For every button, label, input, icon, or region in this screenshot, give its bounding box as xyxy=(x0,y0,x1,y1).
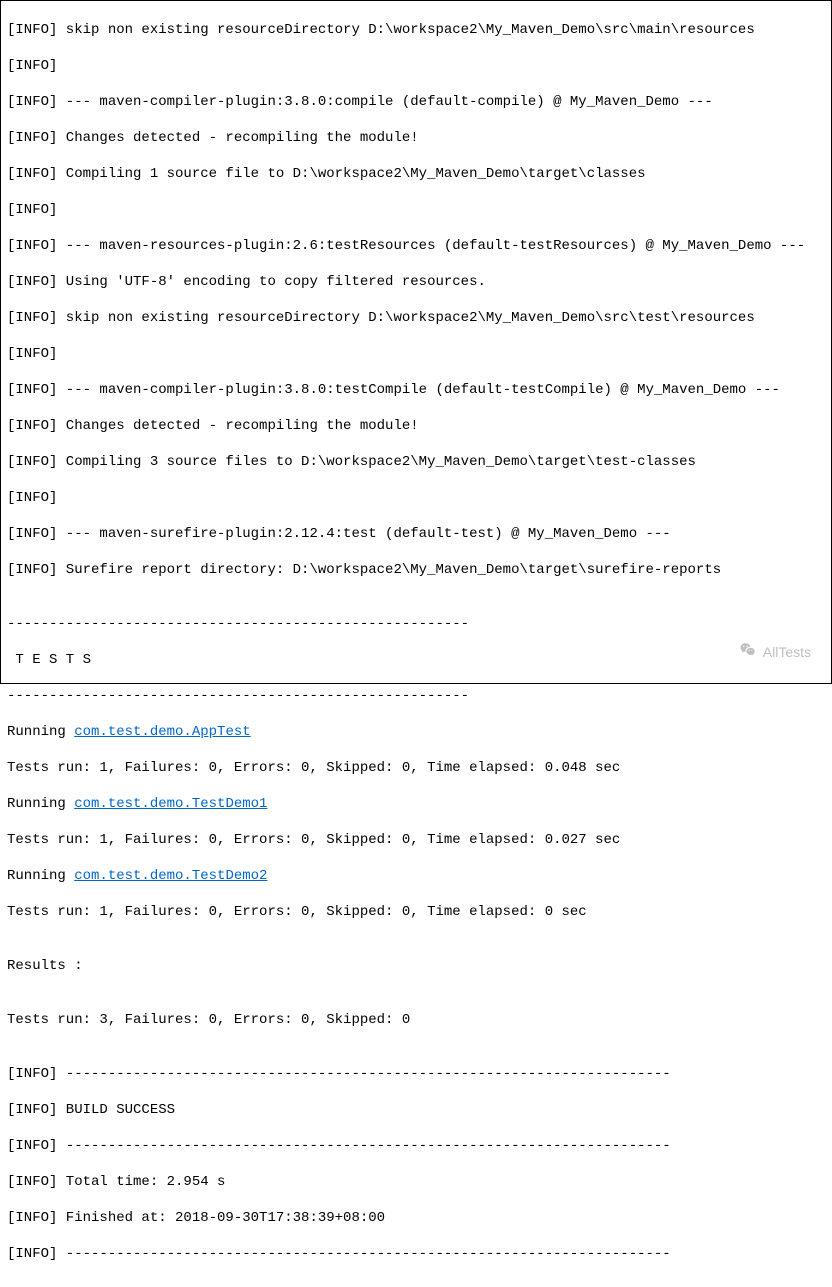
log-line: [INFO] --- maven-compiler-plugin:3.8.0:c… xyxy=(7,93,825,111)
test-class-link[interactable]: com.test.demo.TestDemo1 xyxy=(74,796,267,812)
log-line: [INFO] xyxy=(7,489,825,507)
running-label: Running xyxy=(7,868,74,884)
log-line: [INFO] Changes detected - recompiling th… xyxy=(7,417,825,435)
log-line: [INFO] --- maven-surefire-plugin:2.12.4:… xyxy=(7,525,825,543)
log-line: [INFO] xyxy=(7,201,825,219)
log-line: [INFO] xyxy=(7,57,825,75)
finished-at: [INFO] Finished at: 2018-09-30T17:38:39+… xyxy=(7,1209,825,1227)
log-line: [INFO] skip non existing resourceDirecto… xyxy=(7,21,825,39)
log-line: Running com.test.demo.TestDemo1 xyxy=(7,795,825,813)
total-time: [INFO] Total time: 2.954 s xyxy=(7,1173,825,1191)
running-label: Running xyxy=(7,724,74,740)
running-label: Running xyxy=(7,796,74,812)
separator-line: [INFO] ---------------------------------… xyxy=(7,1245,825,1263)
log-line: Running com.test.demo.TestDemo2 xyxy=(7,867,825,885)
log-line: Running com.test.demo.AppTest xyxy=(7,723,825,741)
wechat-icon xyxy=(739,641,757,663)
log-line: [INFO] xyxy=(7,345,825,363)
console-output: [INFO] skip non existing resourceDirecto… xyxy=(1,1,831,1287)
log-line: [INFO] Using 'UTF-8' encoding to copy fi… xyxy=(7,273,825,291)
log-line: [INFO] --- maven-compiler-plugin:3.8.0:t… xyxy=(7,381,825,399)
watermark: AllTests xyxy=(739,641,811,663)
log-line: [INFO] --- maven-resources-plugin:2.6:te… xyxy=(7,237,825,255)
watermark-text: AllTests xyxy=(763,643,811,661)
separator-line: [INFO] ---------------------------------… xyxy=(7,1065,825,1083)
results-header: Results : xyxy=(7,957,825,975)
log-line: [INFO] Surefire report directory: D:\wor… xyxy=(7,561,825,579)
log-line: [INFO] Changes detected - recompiling th… xyxy=(7,129,825,147)
tests-header: T E S T S xyxy=(7,651,825,669)
build-status: [INFO] BUILD SUCCESS xyxy=(7,1101,825,1119)
separator-line: ----------------------------------------… xyxy=(7,615,825,633)
test-result-line: Tests run: 1, Failures: 0, Errors: 0, Sk… xyxy=(7,759,825,777)
test-result-line: Tests run: 1, Failures: 0, Errors: 0, Sk… xyxy=(7,903,825,921)
test-result-line: Tests run: 1, Failures: 0, Errors: 0, Sk… xyxy=(7,831,825,849)
log-line: [INFO] Compiling 3 source files to D:\wo… xyxy=(7,453,825,471)
separator-line: [INFO] ---------------------------------… xyxy=(7,1137,825,1155)
log-line: [INFO] skip non existing resourceDirecto… xyxy=(7,309,825,327)
test-class-link[interactable]: com.test.demo.AppTest xyxy=(74,724,250,740)
results-summary: Tests run: 3, Failures: 0, Errors: 0, Sk… xyxy=(7,1011,825,1029)
log-line: [INFO] Compiling 1 source file to D:\wor… xyxy=(7,165,825,183)
test-class-link[interactable]: com.test.demo.TestDemo2 xyxy=(74,868,267,884)
separator-line: ----------------------------------------… xyxy=(7,687,825,705)
